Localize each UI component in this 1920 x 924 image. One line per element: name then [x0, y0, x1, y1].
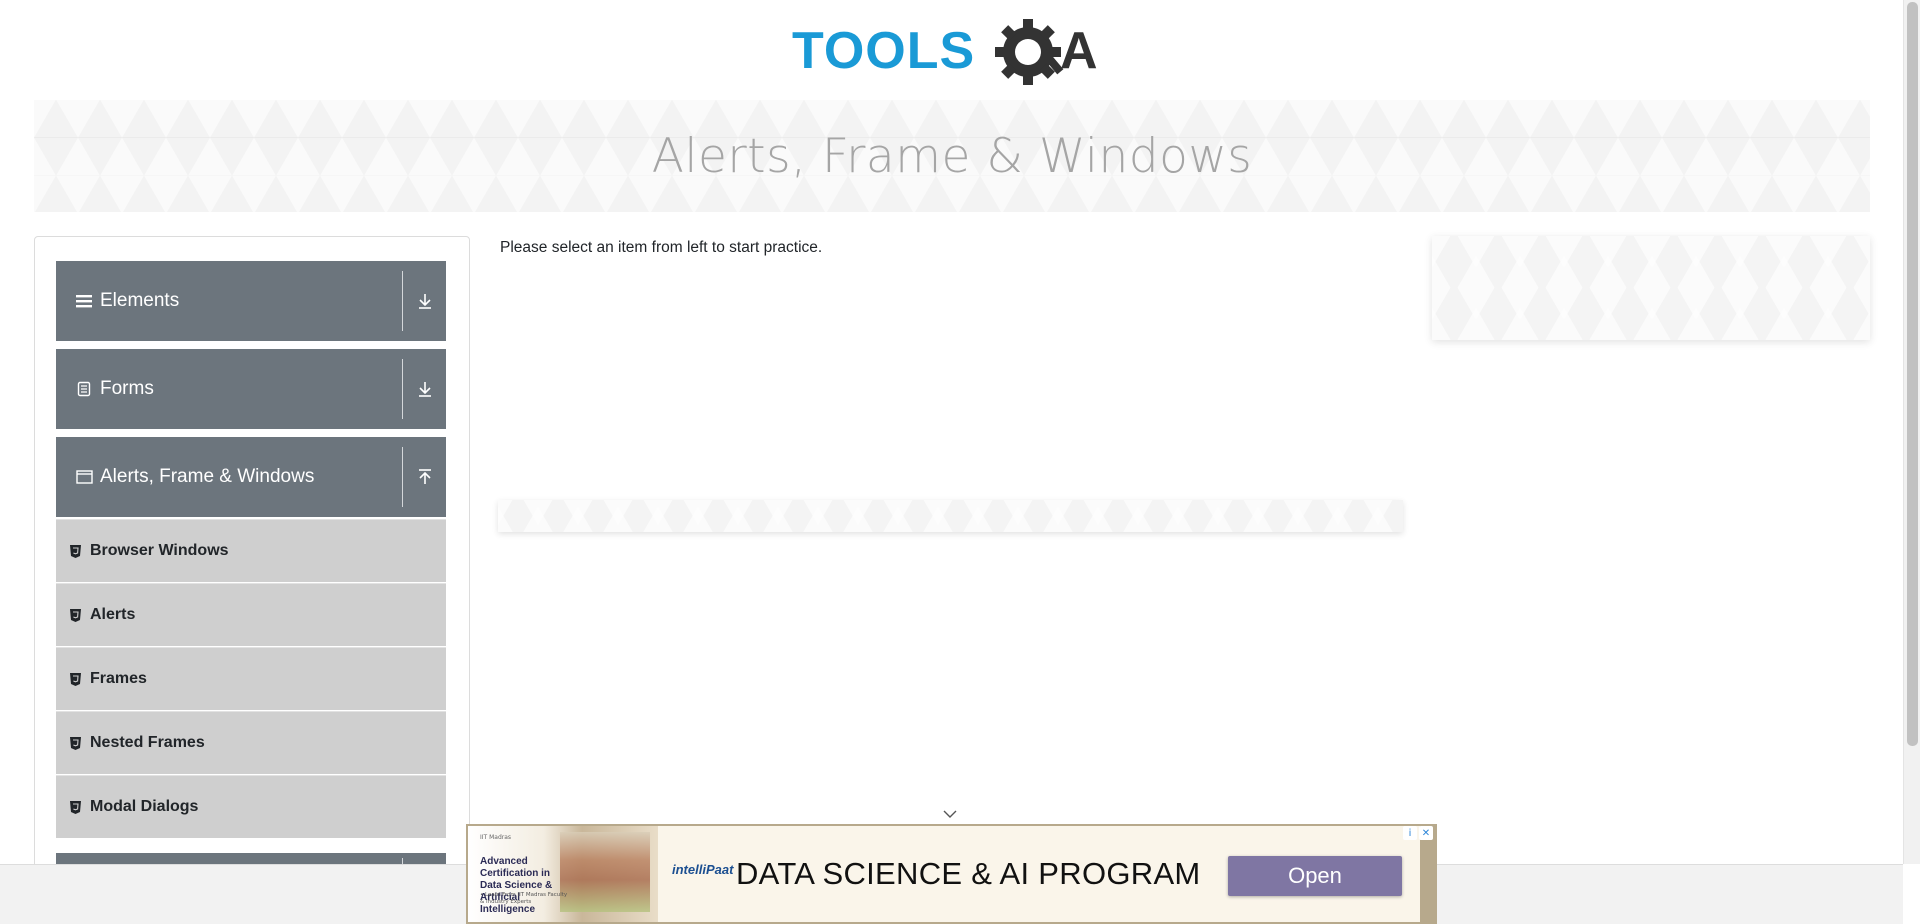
ad-thumb-source: IIT Madras	[480, 834, 512, 841]
ad-placeholder	[498, 500, 1403, 532]
menu-item-label: Browser Windows	[90, 542, 229, 559]
upload-icon[interactable]	[403, 437, 446, 517]
ad-open-button[interactable]: Open	[1228, 856, 1402, 896]
ad-placeholder-right	[1432, 236, 1870, 340]
menu-item-frames[interactable]: Frames	[56, 647, 446, 711]
group-label: Elements	[100, 290, 180, 311]
menu-item-browser-windows[interactable]: Browser Windows	[56, 519, 446, 583]
menu-item-label: Modal Dialogs	[90, 798, 199, 815]
ad-thumbnail[interactable]: IIT Madras Advanced Certification in Dat…	[468, 826, 658, 922]
submenu-list: Browser Windows Alerts Frames Nested Fra…	[56, 519, 446, 839]
ad-headline[interactable]: DATA SCIENCE & AI PROGRAM	[736, 856, 1201, 892]
instruction-text: Please select an item from left to start…	[500, 239, 823, 256]
html5-icon	[70, 544, 85, 558]
menu-item-label: Nested Frames	[90, 734, 205, 751]
chevron-down-icon[interactable]	[942, 808, 958, 820]
ad-thumb-bullets: • Learn From IIT Madras Faculty & Indust…	[480, 892, 568, 905]
download-icon[interactable]	[403, 349, 446, 429]
html5-icon	[70, 736, 85, 750]
group-label: Alerts, Frame & Windows	[100, 466, 315, 487]
close-icon[interactable]: ✕	[1419, 826, 1433, 840]
window-icon	[70, 470, 98, 484]
building-image	[560, 832, 650, 912]
ad-content[interactable]: IIT Madras Advanced Certification in Dat…	[468, 826, 1420, 922]
adchoices: i ✕	[1403, 826, 1433, 840]
bottom-ad[interactable]: IIT Madras Advanced Certification in Dat…	[466, 824, 1437, 924]
html5-icon	[70, 608, 85, 622]
vertical-scrollbar[interactable]	[1903, 0, 1920, 864]
html5-icon	[70, 672, 85, 686]
group-header-elements[interactable]: Elements	[56, 261, 446, 341]
toolsqa-logo[interactable]: TOOLS A	[790, 14, 1115, 92]
svg-text:A: A	[1060, 22, 1098, 80]
html5-icon	[70, 800, 85, 814]
page-banner: Alerts, Frame & Windows	[34, 100, 1870, 212]
group-label: Forms	[100, 378, 154, 399]
ad-brand: intelliPaat	[672, 862, 734, 877]
page: TOOLS A Alerts, Frame & Windows Elements…	[0, 0, 1920, 924]
menu-item-label: Frames	[90, 670, 147, 687]
menu-item-modal-dialogs[interactable]: Modal Dialogs	[56, 775, 446, 839]
menu-item-label: Alerts	[90, 606, 136, 623]
download-icon[interactable]	[403, 261, 446, 341]
scrollbar-thumb[interactable]	[1907, 2, 1918, 746]
menu-item-nested-frames[interactable]: Nested Frames	[56, 711, 446, 775]
ad-thumb-title: Advanced Certification in Data Science &…	[480, 856, 553, 915]
hamburger-icon	[70, 294, 98, 308]
form-icon	[70, 381, 98, 397]
info-icon[interactable]: i	[1403, 826, 1417, 840]
menu-item-alerts[interactable]: Alerts	[56, 583, 446, 647]
svg-text:TOOLS: TOOLS	[792, 22, 975, 80]
group-header-alerts-frame-windows[interactable]: Alerts, Frame & Windows	[56, 437, 446, 517]
page-title: Alerts, Frame & Windows	[651, 128, 1253, 184]
left-panel: Elements Forms Alerts, Frame & Windows B…	[34, 236, 470, 876]
group-header-forms[interactable]: Forms	[56, 349, 446, 429]
